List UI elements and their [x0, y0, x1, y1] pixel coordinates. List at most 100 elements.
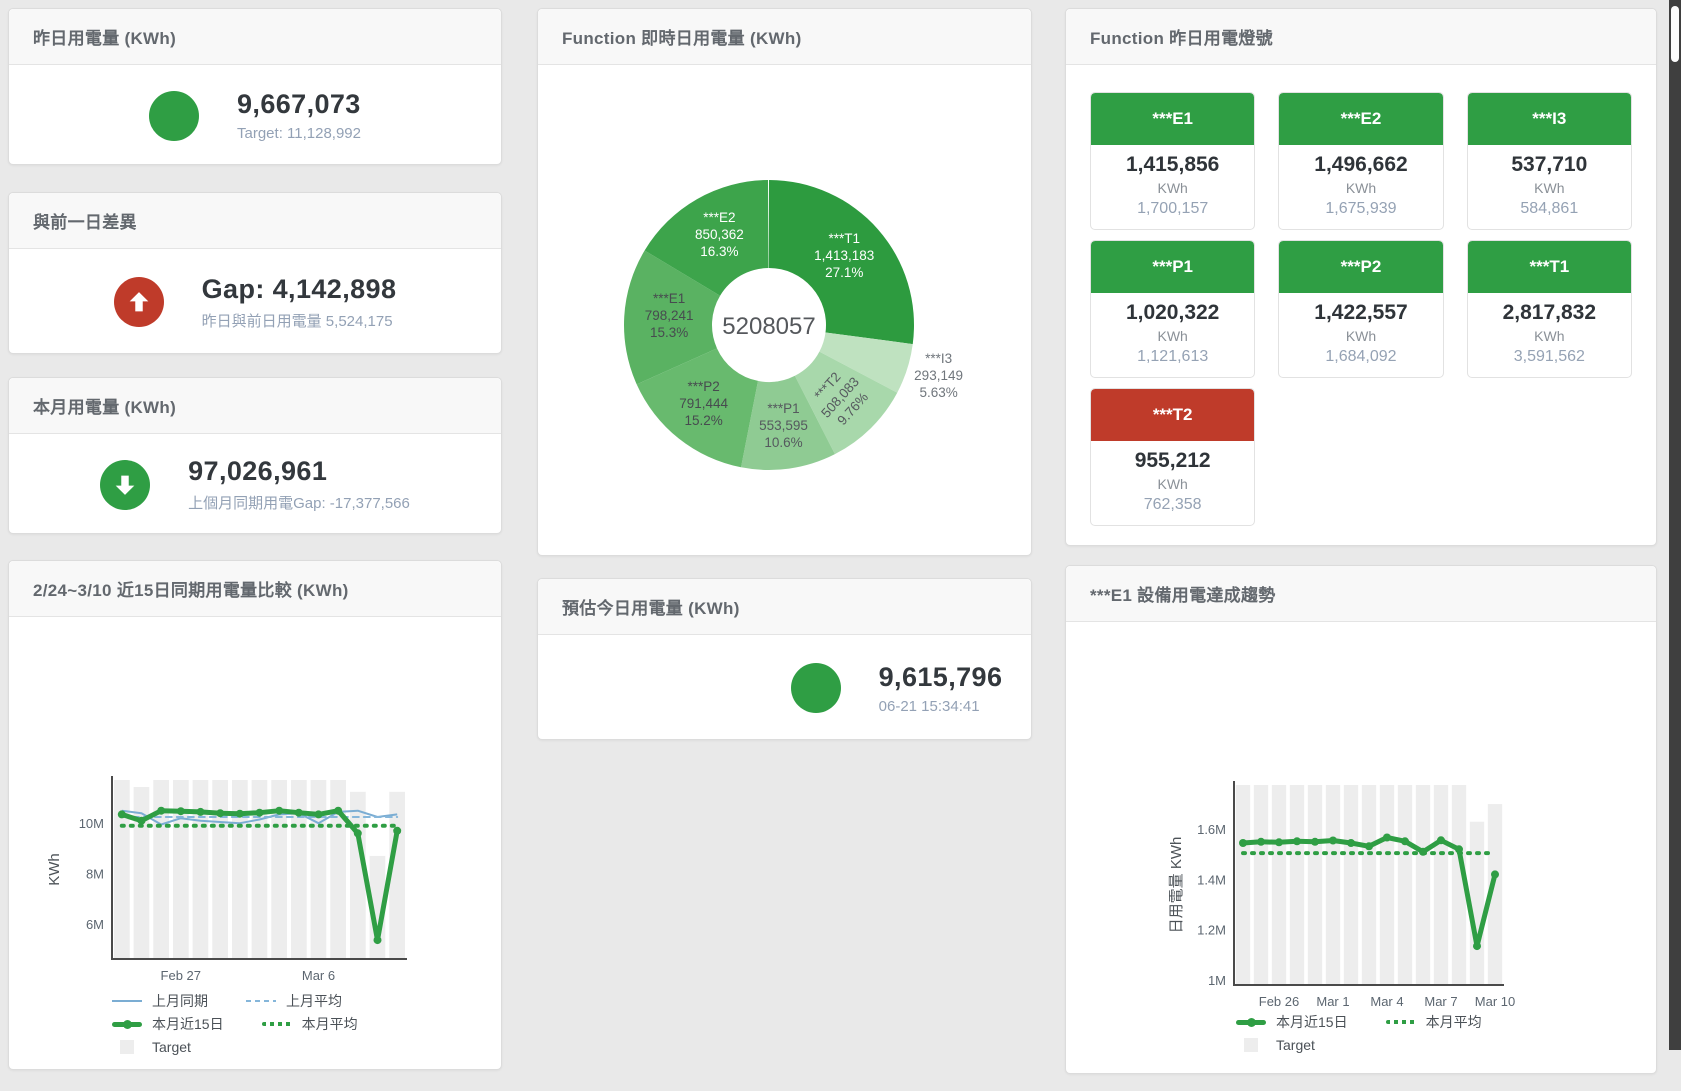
series-marker	[1329, 837, 1337, 845]
series-marker	[393, 827, 401, 835]
tile-target-value: 762,358	[1095, 494, 1250, 516]
tile-value: 2,817,832	[1472, 300, 1627, 326]
target-bar	[311, 780, 327, 959]
card-today-estimate-title: 預估今日用電量 (KWh)	[538, 579, 1031, 635]
legend-swatch-line	[112, 1000, 142, 1002]
target-bar	[1434, 785, 1448, 985]
status-circle-icon	[149, 91, 199, 141]
target-bar	[114, 780, 130, 959]
e1-chart-legend: 本月近15日 本月平均 Target	[1236, 1012, 1482, 1055]
arrow-up-icon	[114, 277, 164, 327]
series-marker	[1491, 870, 1499, 878]
tile-status-header: ***T1	[1468, 241, 1631, 293]
y-tick-label: 8M	[86, 867, 104, 882]
target-bar	[1380, 785, 1394, 985]
series-marker	[1275, 838, 1283, 846]
today-estimate-timestamp: 06-21 15:34:41	[879, 698, 1003, 715]
legend-item[interactable]: 本月近15日	[112, 1014, 224, 1034]
scrollbar-thumb[interactable]	[1671, 6, 1679, 62]
series-marker	[157, 807, 165, 815]
card-status-lights-title: Function 昨日用電燈號	[1066, 9, 1656, 65]
light-tile-P2[interactable]: ***P21,422,557KWh1,684,092	[1278, 240, 1443, 378]
target-bar	[1398, 785, 1412, 985]
legend-item[interactable]: Target	[112, 1037, 191, 1057]
tile-target-value: 1,684,092	[1283, 346, 1438, 368]
series-marker	[1455, 845, 1463, 853]
e1-trend-chart[interactable]: 1M1.2M1.4M1.6MFeb 26Mar 1Mar 4Mar 7Mar 1…	[1066, 746, 1626, 1018]
target-bar	[193, 780, 209, 959]
light-tile-P1[interactable]: ***P11,020,322KWh1,121,613	[1090, 240, 1255, 378]
card-gap-previous-day-title: 與前一日差異	[9, 193, 501, 249]
legend-label: 本月近15日	[152, 1014, 224, 1034]
y-tick-label: 1.4M	[1197, 873, 1226, 888]
y-tick-label: 6M	[86, 917, 104, 932]
legend-item[interactable]: 上月同期	[112, 991, 208, 1011]
tile-target-value: 1,675,939	[1283, 198, 1438, 220]
tile-unit: KWh	[1472, 178, 1627, 198]
x-tick-label: Feb 26	[1259, 994, 1299, 1009]
today-estimate-value: 9,615,796	[879, 662, 1003, 693]
compare-15day-chart[interactable]: 6M8M10MFeb 27Mar 6KWh	[9, 741, 459, 1003]
compare-chart-legend: 上月同期 上月平均本月近15日 本月平均 Target	[112, 991, 358, 1057]
series-marker	[118, 810, 126, 818]
card-status-lights: Function 昨日用電燈號 ***E11,415,856KWh1,700,1…	[1065, 8, 1657, 546]
legend-swatch-dash	[246, 1000, 276, 1002]
series-marker	[177, 807, 185, 815]
series-marker	[1347, 839, 1355, 847]
series-marker	[374, 936, 382, 944]
donut-slice-label: ***I3293,1495.63%	[914, 351, 963, 400]
donut-center-total: 5208057	[722, 313, 815, 340]
y-axis-title: 日用電量 KWh	[1168, 837, 1185, 934]
tile-target-value: 584,861	[1472, 198, 1627, 220]
tile-status-header: ***P2	[1279, 241, 1442, 293]
x-tick-label: Mar 6	[302, 968, 335, 983]
x-tick-label: Feb 27	[161, 968, 201, 983]
vertical-scrollbar[interactable]	[1669, 0, 1681, 1050]
legend-item[interactable]: Target	[1236, 1035, 1315, 1055]
legend-item[interactable]: 上月平均	[246, 991, 342, 1011]
card-realtime-donut-title: Function 即時日用電量 (KWh)	[538, 9, 1031, 65]
x-tick-label: Mar 7	[1424, 994, 1457, 1009]
tile-status-header: ***I3	[1468, 93, 1631, 145]
series-marker	[334, 807, 342, 815]
tile-unit: KWh	[1095, 326, 1250, 346]
tile-unit: KWh	[1095, 178, 1250, 198]
x-tick-label: Mar 4	[1370, 994, 1403, 1009]
legend-item[interactable]: 本月平均	[262, 1014, 358, 1034]
series-marker	[315, 810, 323, 818]
legend-item[interactable]: 本月近15日	[1236, 1012, 1348, 1032]
tile-status-header: ***P1	[1091, 241, 1254, 293]
realtime-usage-donut-chart[interactable]: ***T11,413,18327.1%***I3293,1495.63%***T…	[538, 65, 1029, 556]
target-bar	[1272, 785, 1286, 985]
tile-value: 955,212	[1095, 448, 1250, 474]
month-usage-gap: 上個月同期用電Gap: -17,377,566	[188, 492, 410, 513]
tile-status-header: ***E1	[1091, 93, 1254, 145]
target-bar	[1290, 785, 1304, 985]
tile-value: 1,496,662	[1283, 152, 1438, 178]
series-marker	[1437, 836, 1445, 844]
yesterday-usage-value: 9,667,073	[237, 89, 361, 120]
series-marker	[354, 829, 362, 837]
month-usage-value: 97,026,961	[188, 456, 410, 487]
target-bar	[1254, 785, 1268, 985]
legend-label: 上月同期	[152, 991, 208, 1011]
series-marker	[275, 807, 283, 815]
series-marker	[197, 808, 205, 816]
y-tick-label: 1M	[1208, 973, 1226, 988]
light-tile-I3[interactable]: ***I3537,710KWh584,861	[1467, 92, 1632, 230]
tile-value: 1,415,856	[1095, 152, 1250, 178]
card-e1-trend-title: ***E1 設備用電達成趨勢	[1066, 566, 1656, 622]
light-tile-T2[interactable]: ***T2955,212KWh762,358	[1090, 388, 1255, 526]
light-tile-T1[interactable]: ***T12,817,832KWh3,591,562	[1467, 240, 1632, 378]
tile-unit: KWh	[1283, 178, 1438, 198]
series-marker	[1419, 848, 1427, 856]
light-tile-E1[interactable]: ***E11,415,856KWh1,700,157	[1090, 92, 1255, 230]
target-bar	[212, 780, 228, 959]
legend-label: 本月近15日	[1276, 1012, 1348, 1032]
legend-item[interactable]: 本月平均	[1386, 1012, 1482, 1032]
series-marker	[1293, 837, 1301, 845]
card-today-estimate: 預估今日用電量 (KWh) 9,615,796 06-21 15:34:41	[537, 578, 1032, 740]
light-tile-E2[interactable]: ***E21,496,662KWh1,675,939	[1278, 92, 1443, 230]
series-marker	[1311, 838, 1319, 846]
status-lights-grid: ***E11,415,856KWh1,700,157***E21,496,662…	[1066, 65, 1656, 526]
